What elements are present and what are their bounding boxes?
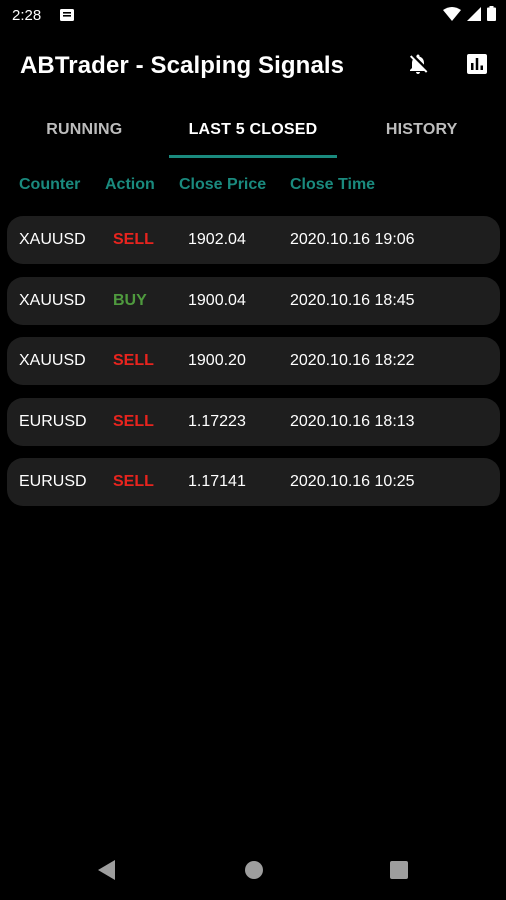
row-action: SELL — [113, 352, 154, 369]
row-counter: XAUUSD — [19, 231, 86, 248]
row-counter: XAUUSD — [19, 291, 86, 309]
row-close-time: 2020.10.16 18:22 — [290, 352, 415, 369]
row-close-time: 2020.10.16 19:06 — [290, 231, 415, 248]
row-counter: EURUSD — [19, 412, 87, 430]
row-counter: EURUSD — [19, 473, 87, 490]
wifi-icon — [443, 6, 461, 21]
battery-icon — [487, 6, 496, 21]
back-button[interactable] — [94, 858, 118, 882]
column-header-counter: Counter — [19, 176, 81, 193]
recents-icon — [390, 861, 408, 879]
system-nav-bar — [0, 840, 506, 900]
row-action: SELL — [113, 231, 154, 248]
home-icon — [245, 861, 263, 879]
row-close-price: 1.17223 — [188, 412, 246, 430]
stats-icon — [467, 54, 487, 74]
tab-bar: RUNNING LAST 5 CLOSED HISTORY — [0, 104, 506, 158]
recents-button[interactable] — [387, 858, 411, 882]
row-close-time: 2020.10.16 18:45 — [290, 291, 415, 309]
row-action: SELL — [113, 473, 154, 490]
column-headers: Counter Action Close Price Close Time — [0, 176, 506, 196]
signal-row[interactable]: EURUSD SELL 1.17223 2020.10.16 18:13 — [7, 397, 500, 446]
row-close-price: 1.17141 — [188, 473, 246, 490]
row-close-price: 1900.20 — [188, 352, 246, 369]
signal-icon — [467, 6, 481, 21]
row-close-time: 2020.10.16 10:25 — [290, 473, 415, 490]
signal-row[interactable]: XAUUSD SELL 1902.04 2020.10.16 19:06 — [7, 216, 500, 264]
signal-row[interactable]: XAUUSD BUY 1900.04 2020.10.16 18:45 — [7, 276, 500, 325]
status-time: 2:28 — [12, 7, 42, 24]
home-button[interactable] — [242, 858, 266, 882]
column-header-action: Action — [105, 176, 155, 193]
column-header-close-time: Close Time — [290, 176, 376, 193]
row-action: SELL — [113, 412, 154, 430]
tab-running[interactable]: RUNNING — [0, 104, 169, 158]
row-action: BUY — [113, 291, 147, 309]
app-title: ABTrader - Scalping Signals — [20, 52, 345, 79]
notifications-off-button[interactable] — [404, 50, 432, 78]
signal-row[interactable]: XAUUSD SELL 1900.20 2020.10.16 18:22 — [7, 337, 500, 385]
status-icons — [443, 6, 496, 21]
row-counter: XAUUSD — [19, 352, 86, 369]
row-close-time: 2020.10.16 18:13 — [290, 412, 415, 430]
signal-list: XAUUSD SELL 1902.04 2020.10.16 19:06 XAU… — [7, 216, 500, 519]
tab-indicator — [169, 155, 337, 158]
signal-row[interactable]: EURUSD SELL 1.17141 2020.10.16 10:25 — [7, 458, 500, 506]
app-bar: ABTrader - Scalping Signals — [0, 36, 506, 96]
status-bar: 2:28 — [0, 0, 506, 32]
tab-history[interactable]: HISTORY — [337, 104, 506, 158]
notifications-off-icon — [410, 54, 428, 74]
column-header-close-price: Close Price — [179, 176, 267, 193]
tab-last-5-closed[interactable]: LAST 5 CLOSED — [169, 104, 338, 158]
row-close-price: 1902.04 — [188, 231, 246, 248]
row-close-price: 1900.04 — [188, 291, 246, 309]
back-icon — [98, 860, 115, 880]
stats-button[interactable] — [463, 50, 491, 78]
notification-icon — [60, 9, 74, 21]
